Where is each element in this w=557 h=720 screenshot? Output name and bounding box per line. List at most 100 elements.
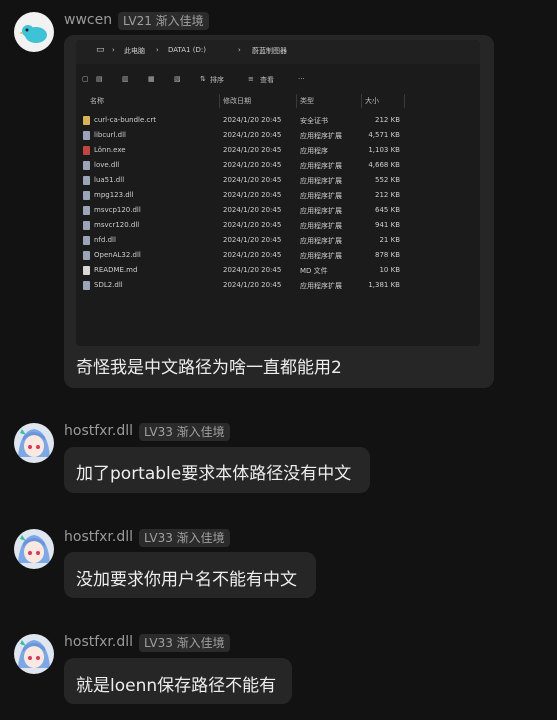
file-name: msvcp120.dll [94,206,141,214]
delete-icon: ▧ [174,75,181,83]
file-date: 2024/1/20 20:45 [223,281,282,289]
copy-icon: ▢ [82,75,89,83]
sort-icon: ⇅ [200,75,206,83]
file-date: 2024/1/20 20:45 [223,251,282,259]
message-text: 加了portable要求本体路径没有中文 [76,464,352,484]
view-button: 查看 [260,76,274,84]
file-type: MD 文件 [300,267,328,275]
username[interactable]: hostfxr.dll [64,423,133,439]
anime-avatar-icon [18,429,50,457]
dll-icon [83,191,90,200]
avatar[interactable] [14,12,54,52]
file-row[interactable]: README.md 2024/1/20 20:45 MD 文件 10 KB [76,263,480,278]
file-date: 2024/1/20 20:45 [223,221,282,229]
file-name: nfd.dll [94,236,116,244]
file-row[interactable]: msvcr120.dll 2024/1/20 20:45 应用程序扩展 941 KB [76,218,480,233]
share-icon: ▦ [148,75,155,83]
sort-button: 排序 [210,76,224,84]
file-type: 应用程序扩展 [300,207,342,215]
file-type: 应用程序扩展 [300,237,342,245]
file-row[interactable]: msvcp120.dll 2024/1/20 20:45 应用程序扩展 645 KB [76,203,480,218]
file-size: 552 KB [375,176,400,184]
file-date: 2024/1/20 20:45 [223,131,282,139]
explorer-screenshot[interactable]: ▭ › 此电脑 › DATA1 (D:) › 蔚蓝制图器 ▢ ▤ ▥ ▦ ▧ ⇅… [76,40,480,346]
message-text: 没加要求你用户名不能有中文 [76,570,297,590]
file-size: 212 KB [375,116,400,124]
file-size: 4,571 KB [368,131,400,139]
file-row[interactable]: love.dll 2024/1/20 20:45 应用程序扩展 4,668 KB [76,158,480,173]
dll-icon [83,281,90,290]
text-file-icon [83,266,90,275]
file-date: 2024/1/20 20:45 [223,176,282,184]
file-name: curl-ca-bundle.crt [94,116,157,124]
level-badge: LV33 渐入佳境 [139,423,230,441]
breadcrumb-folder: 蔚蓝制图器 [252,47,287,55]
username[interactable]: wwcen [64,12,112,28]
username[interactable]: hostfxr.dll [64,634,133,650]
file-row[interactable]: Lönn.exe 2024/1/20 20:45 应用程序 1,103 KB [76,143,480,158]
monitor-icon: ▭ [96,45,105,55]
file-date: 2024/1/20 20:45 [223,206,282,214]
file-name: SDL2.dll [94,281,123,289]
anime-avatar-icon [18,535,50,563]
column-divider [361,94,362,108]
file-name: README.md [94,266,138,274]
message-text: 就是loenn保存路径不能有 [76,676,277,696]
message-text: 奇怪我是中文路径为啥一直都能用2 [76,358,342,378]
dll-icon [83,221,90,230]
avatar[interactable] [14,423,54,463]
chevron-right-icon: › [156,46,159,54]
level-badge: LV21 渐入佳境 [118,12,209,30]
file-row[interactable]: libcurl.dll 2024/1/20 20:45 应用程序扩展 4,571 KB [76,128,480,143]
file-row[interactable]: nfd.dll 2024/1/20 20:45 应用程序扩展 21 KB [76,233,480,248]
app-icon [83,146,90,155]
file-date: 2024/1/20 20:45 [223,236,282,244]
file-name: msvcr120.dll [94,221,140,229]
more-button: ··· [298,75,305,83]
file-date: 2024/1/20 20:45 [223,146,282,154]
breadcrumb-drive: DATA1 (D:) [168,46,206,54]
file-name: OpenAL32.dll [94,251,141,259]
file-date: 2024/1/20 20:45 [223,116,282,124]
file-size: 4,668 KB [368,161,400,169]
column-divider [219,94,220,108]
file-date: 2024/1/20 20:45 [223,191,282,199]
file-name: Lönn.exe [94,146,126,154]
file-type: 应用程序扩展 [300,282,342,290]
file-type: 应用程序 [300,147,328,155]
file-size: 1,381 KB [368,281,400,289]
file-row[interactable]: mpg123.dll 2024/1/20 20:45 应用程序扩展 212 KB [76,188,480,203]
username[interactable]: hostfxr.dll [64,529,133,545]
file-name: love.dll [94,161,120,169]
certificate-icon [83,116,90,125]
file-size: 21 KB [379,236,400,244]
dll-icon [83,236,90,245]
file-name: mpg123.dll [94,191,134,199]
file-date: 2024/1/20 20:45 [223,266,282,274]
view-icon: ≡ [248,75,254,83]
column-size: 大小 [365,97,379,105]
column-type: 类型 [300,97,314,105]
file-size: 645 KB [375,206,400,214]
file-type: 应用程序扩展 [300,162,342,170]
file-type: 应用程序扩展 [300,132,342,140]
avatar[interactable] [14,529,54,569]
file-row[interactable]: SDL2.dll 2024/1/20 20:45 应用程序扩展 1,381 KB [76,278,480,293]
column-divider [296,94,297,108]
file-row[interactable]: lua51.dll 2024/1/20 20:45 应用程序扩展 552 KB [76,173,480,188]
file-name: libcurl.dll [94,131,126,139]
dll-icon [83,131,90,140]
avatar[interactable] [14,634,54,674]
file-type: 应用程序扩展 [300,252,342,260]
dll-icon [83,251,90,260]
level-badge: LV33 渐入佳境 [139,529,230,547]
file-type: 安全证书 [300,117,328,125]
file-size: 1,103 KB [368,146,400,154]
file-name: lua51.dll [94,176,125,184]
chevron-right-icon: › [112,46,115,54]
file-row[interactable]: OpenAL32.dll 2024/1/20 20:45 应用程序扩展 878 KB [76,248,480,263]
file-row[interactable]: curl-ca-bundle.crt 2024/1/20 20:45 安全证书 212… [76,113,480,128]
file-type: 应用程序扩展 [300,192,342,200]
file-size: 941 KB [375,221,400,229]
column-name: 名称 [90,97,104,105]
